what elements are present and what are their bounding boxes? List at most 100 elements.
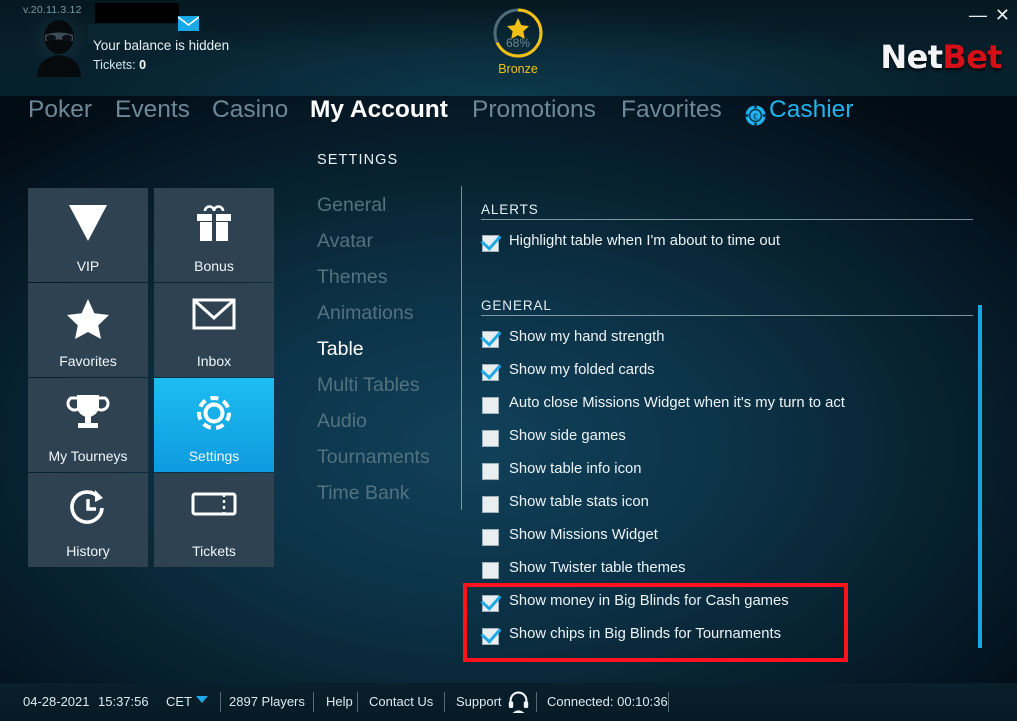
netbet-poker-window: v.20.11.3.12 Your balance is hidden Tick… bbox=[0, 0, 1017, 721]
tile-label: Inbox bbox=[196, 353, 232, 369]
settings-heading: SETTINGS bbox=[317, 152, 399, 168]
nav-item-promotions[interactable]: Promotions bbox=[472, 96, 596, 124]
support-headset-icon[interactable] bbox=[508, 690, 529, 718]
checkbox-unchecked-icon[interactable] bbox=[482, 430, 499, 447]
history-icon bbox=[28, 487, 148, 534]
trophy-icon bbox=[28, 392, 148, 439]
username-redaction bbox=[95, 3, 179, 23]
panel-scrollbar[interactable] bbox=[978, 305, 982, 648]
status-date: 04-28-2021 bbox=[23, 694, 90, 709]
checkbox-unchecked-icon[interactable] bbox=[482, 397, 499, 414]
status-divider bbox=[313, 692, 314, 712]
logo-net: Net bbox=[880, 38, 943, 76]
nav-item-poker[interactable]: Poker bbox=[28, 96, 92, 124]
connection-timer: Connected: 00:10:36 bbox=[547, 694, 668, 709]
settings-menu-item-table[interactable]: Table bbox=[317, 338, 364, 361]
loyalty-rank-badge[interactable]: 68% bbox=[491, 6, 545, 60]
checkbox-checked-icon[interactable] bbox=[482, 364, 499, 381]
settings-menu-item-general[interactable]: General bbox=[317, 194, 386, 217]
settings-menu-item-time-bank[interactable]: Time Bank bbox=[317, 482, 409, 505]
checkbox-label: Show my hand strength bbox=[509, 329, 665, 345]
avatar[interactable] bbox=[27, 13, 91, 77]
nav-item-events[interactable]: Events bbox=[115, 96, 190, 124]
diamond-icon bbox=[28, 202, 148, 249]
settings-menu-item-multi-tables[interactable]: Multi Tables bbox=[317, 374, 420, 397]
tile-favorites[interactable]: Favorites bbox=[28, 283, 148, 377]
tile-settings[interactable]: Settings bbox=[154, 378, 274, 472]
settings-menu-item-avatar[interactable]: Avatar bbox=[317, 230, 373, 253]
tile-my-tourneys[interactable]: My Tourneys bbox=[28, 378, 148, 472]
tickets-label: Tickets: bbox=[93, 58, 136, 72]
status-time: 15:37:56 bbox=[98, 694, 149, 709]
poker-chip-icon: € bbox=[745, 105, 766, 126]
window-header: v.20.11.3.12 Your balance is hidden Tick… bbox=[0, 0, 1017, 96]
status-divider bbox=[357, 692, 358, 712]
tile-label: Settings bbox=[188, 448, 240, 464]
tile-label: Tickets bbox=[192, 543, 236, 559]
timezone-chevron-down-icon[interactable] bbox=[196, 696, 208, 703]
checkbox-label: Show money in Big Blinds for Cash games bbox=[509, 593, 789, 609]
section-title-alerts: ALERTS bbox=[481, 202, 539, 217]
checkbox-unchecked-icon[interactable] bbox=[482, 463, 499, 480]
netbet-logo: NetBet bbox=[880, 38, 1002, 76]
status-divider bbox=[536, 692, 537, 712]
tile-vip[interactable]: VIP bbox=[28, 188, 148, 282]
balance-hidden-label: Your balance is hidden bbox=[93, 38, 230, 53]
tile-label: VIP bbox=[76, 258, 100, 274]
envelope-icon bbox=[154, 297, 274, 336]
checkbox-checked-icon[interactable] bbox=[482, 595, 499, 612]
nav-item-favorites[interactable]: Favorites bbox=[621, 96, 722, 124]
tickets-count: 0 bbox=[139, 58, 147, 72]
checkbox-unchecked-icon[interactable] bbox=[482, 496, 499, 513]
nav-item-my-account[interactable]: My Account bbox=[310, 96, 448, 124]
tile-history[interactable]: History bbox=[28, 473, 148, 567]
checkbox-unchecked-icon[interactable] bbox=[482, 562, 499, 579]
status-timezone: CET bbox=[166, 694, 192, 709]
checkbox-label: Show side games bbox=[509, 428, 626, 444]
checkbox-unchecked-icon[interactable] bbox=[482, 529, 499, 546]
tile-inbox[interactable]: Inbox bbox=[154, 283, 274, 377]
tile-bonus[interactable]: Bonus bbox=[154, 188, 274, 282]
main-navigation: € Poker Events Casino My Account Promotions F… bbox=[0, 96, 1017, 144]
nav-item-casino[interactable]: Casino bbox=[212, 96, 288, 124]
help-link[interactable]: Help bbox=[326, 694, 353, 709]
checkbox-checked-icon[interactable] bbox=[482, 628, 499, 645]
status-divider bbox=[220, 692, 221, 712]
support-link[interactable]: Support bbox=[456, 694, 502, 709]
close-button[interactable]: ✕ bbox=[995, 6, 1010, 24]
svg-text:€: € bbox=[753, 111, 758, 121]
checkbox-label: Show chips in Big Blinds for Tournaments bbox=[509, 626, 781, 642]
section-rule bbox=[481, 315, 973, 316]
nav-item-cashier[interactable]: Cashier bbox=[769, 96, 853, 124]
tile-label: History bbox=[66, 543, 110, 559]
tile-tickets[interactable]: Tickets bbox=[154, 473, 274, 567]
settings-menu-item-audio[interactable]: Audio bbox=[317, 410, 367, 433]
settings-menu-item-themes[interactable]: Themes bbox=[317, 266, 387, 289]
settings-menu-item-tournaments[interactable]: Tournaments bbox=[317, 446, 430, 469]
ticket-icon bbox=[154, 487, 274, 526]
status-divider bbox=[668, 692, 669, 712]
settings-menu-item-animations[interactable]: Animations bbox=[317, 302, 413, 325]
status-players-count: 2897 Players bbox=[229, 694, 305, 709]
checkbox-label: Show my folded cards bbox=[509, 362, 655, 378]
gift-icon bbox=[154, 202, 274, 249]
gear-icon bbox=[154, 392, 274, 439]
contact-us-link[interactable]: Contact Us bbox=[369, 694, 433, 709]
minimize-button[interactable]: — bbox=[969, 6, 987, 24]
logo-bet: Bet bbox=[942, 38, 1002, 76]
mail-icon[interactable] bbox=[177, 16, 200, 31]
tile-label: My Tourneys bbox=[48, 448, 128, 464]
tile-label: Favorites bbox=[59, 353, 117, 369]
checkbox-label: Show table stats icon bbox=[509, 494, 649, 510]
checkbox-label: Highlight table when I'm about to time o… bbox=[509, 233, 780, 249]
tile-label: Bonus bbox=[194, 258, 234, 274]
checkbox-checked-icon[interactable] bbox=[482, 235, 499, 252]
svg-text:68%: 68% bbox=[506, 36, 530, 50]
checkbox-label: Auto close Missions Widget when it's my … bbox=[509, 395, 845, 411]
status-bar: 04-28-2021 15:37:56 CET 2897 Players Hel… bbox=[0, 683, 1017, 721]
checkbox-label: Show Twister table themes bbox=[509, 560, 686, 576]
checkbox-label: Show Missions Widget bbox=[509, 527, 658, 543]
star-icon bbox=[28, 297, 148, 344]
loyalty-rank-name: Bronze bbox=[498, 62, 538, 76]
checkbox-checked-icon[interactable] bbox=[482, 331, 499, 348]
